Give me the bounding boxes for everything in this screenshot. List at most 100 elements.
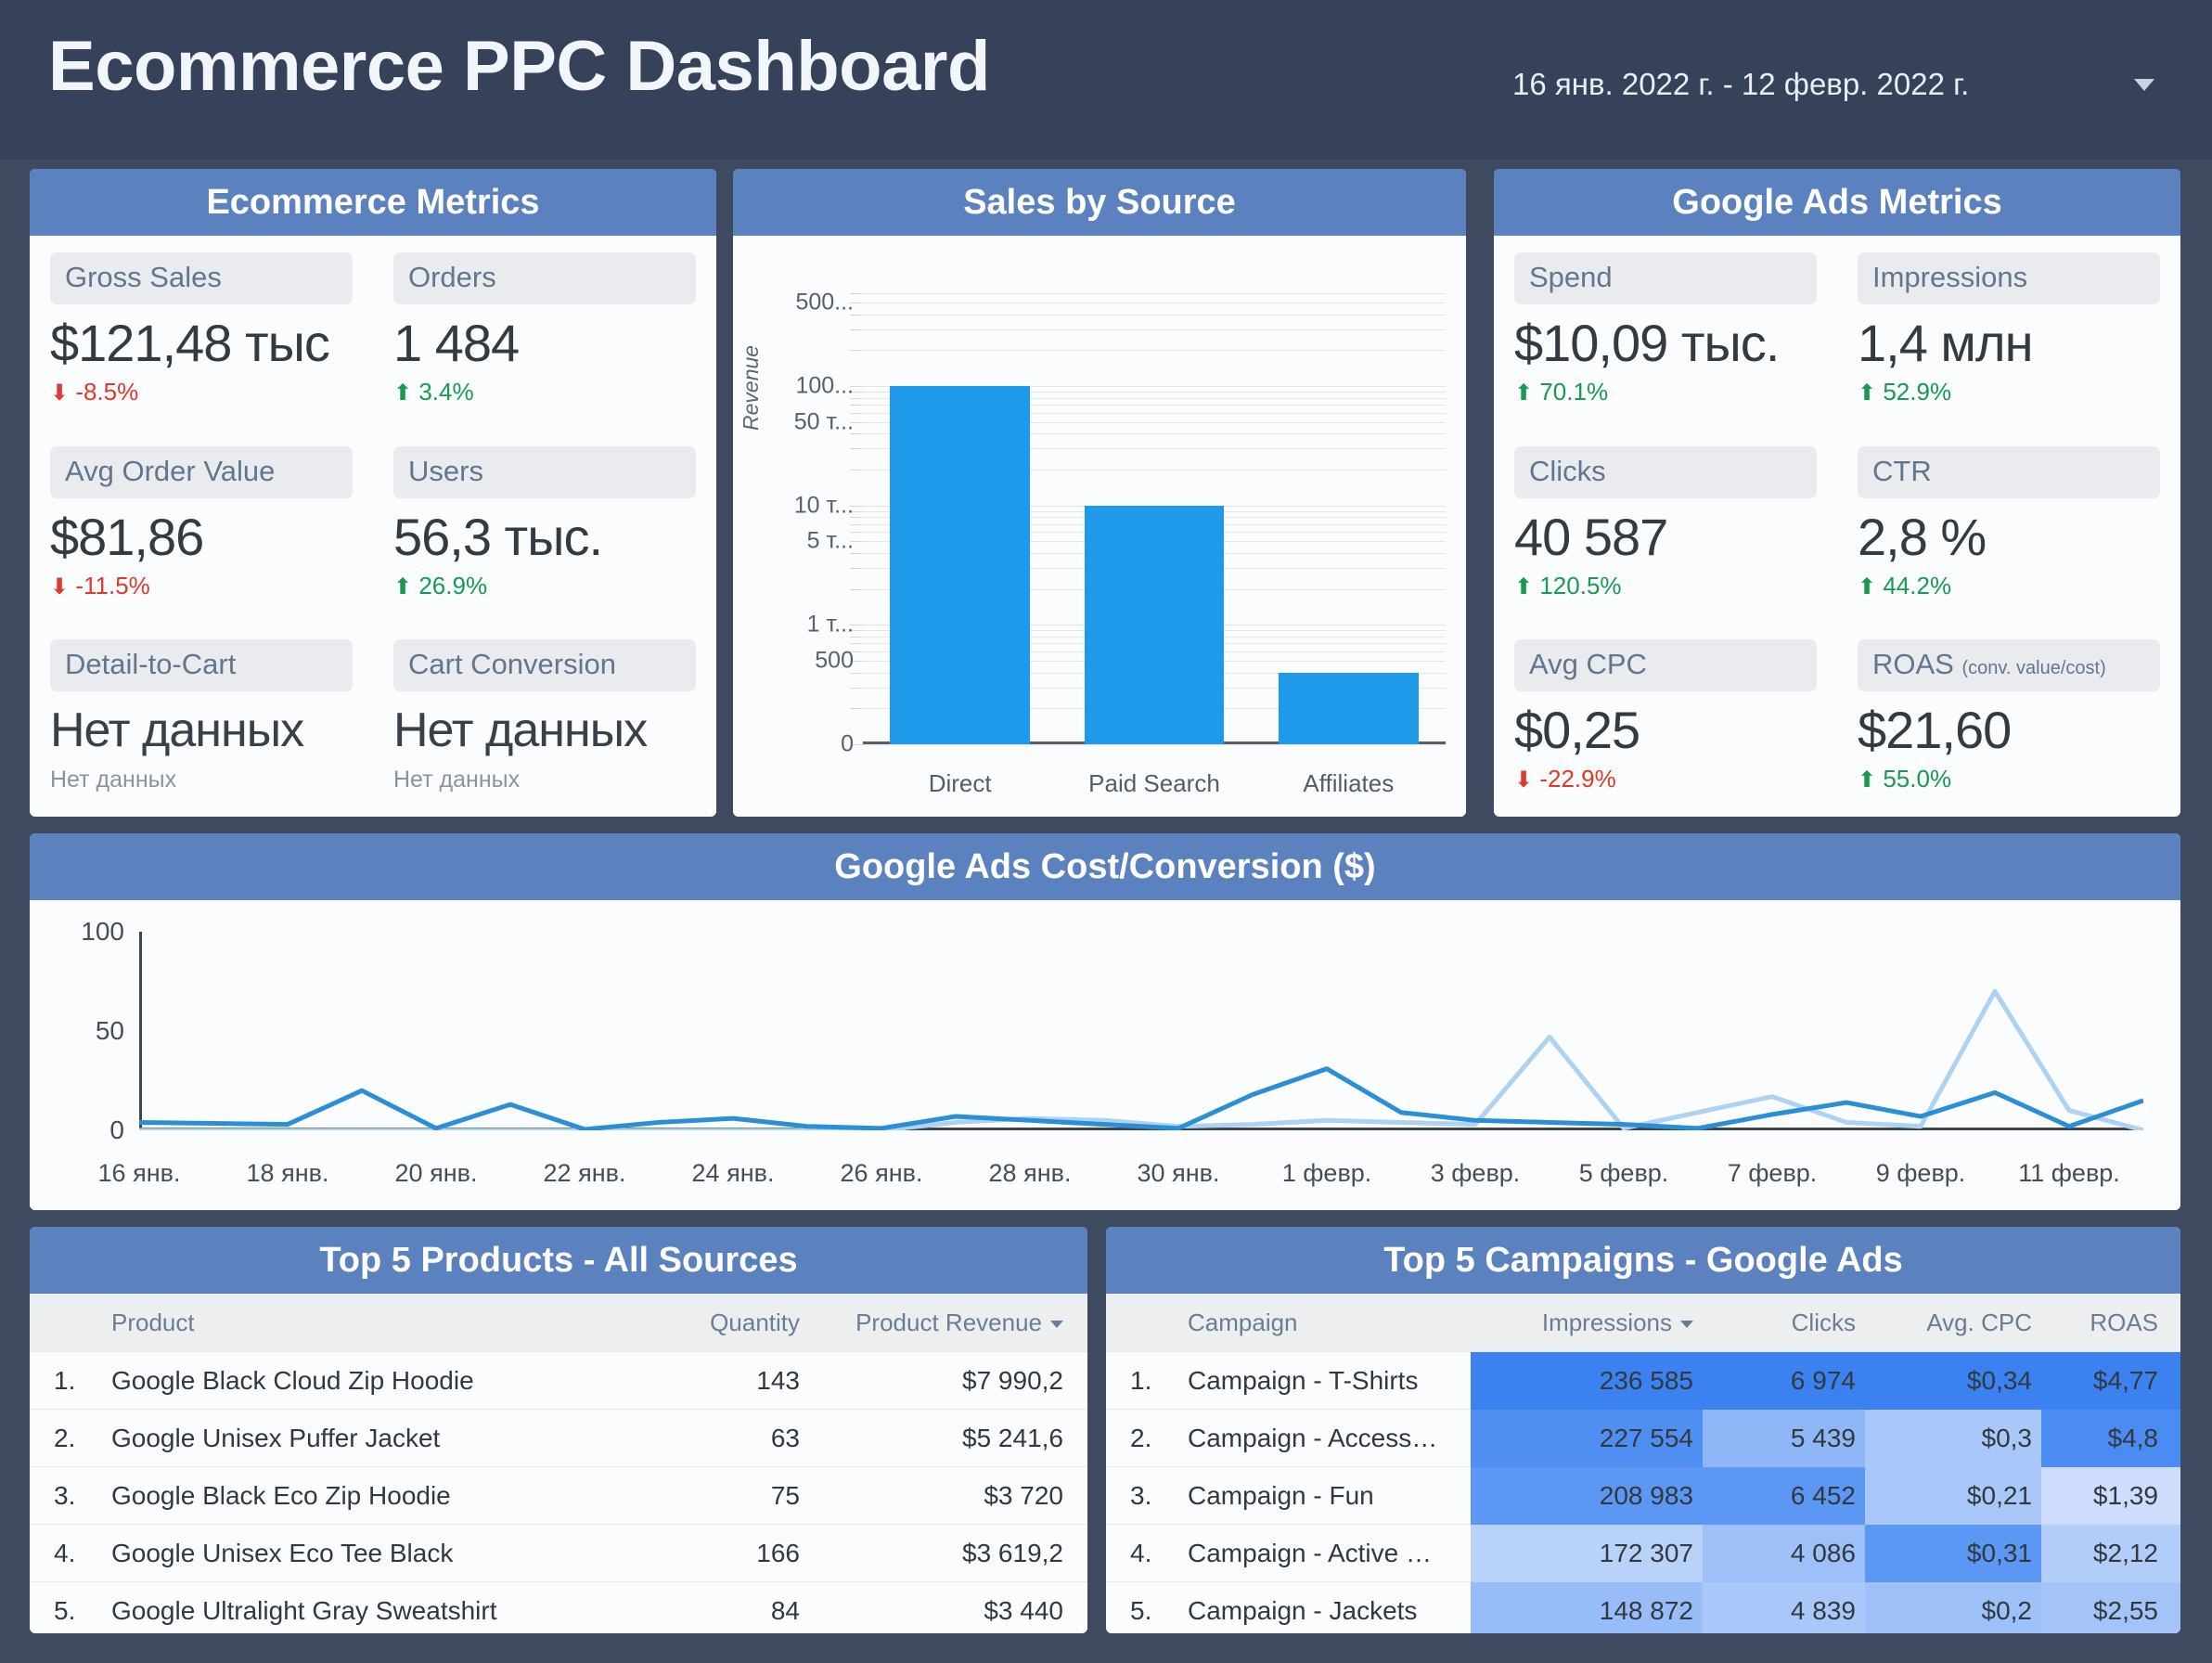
- row-roas: $2,12: [2041, 1524, 2180, 1582]
- scorecard-delta: ⬆ 120.5%: [1514, 571, 1622, 599]
- column-header-impressions[interactable]: Impressions: [1471, 1308, 1703, 1337]
- column-header-product-revenue[interactable]: Product Revenue: [809, 1308, 1087, 1337]
- table-row[interactable]: 5. Campaign - Jackets 148 872 4 839 $0,2 $2,5…: [1106, 1581, 2180, 1633]
- page-title: Ecommerce PPC Dashboard: [48, 27, 990, 106]
- table-row[interactable]: 1. Google Black Cloud Zip Hoodie 143 $7 990…: [30, 1351, 1087, 1409]
- scorecard-value: Нет данных: [393, 703, 648, 758]
- scorecard-label: Gross Sales: [50, 252, 353, 304]
- chevron-down-icon[interactable]: [2134, 79, 2154, 91]
- scorecard-avg-order-value[interactable]: Avg Order Value $81,86 ⬇ -11.5%: [30, 430, 373, 624]
- table-row[interactable]: 4. Campaign - Active … 172 307 4 086 $0,31 $2…: [1106, 1524, 2180, 1582]
- table-row[interactable]: 3. Campaign - Fun 208 983 6 452 $0,21 $1,39: [1106, 1466, 2180, 1525]
- row-product-revenue: $3 440: [984, 1595, 1063, 1625]
- table-row[interactable]: 3. Google Black Eco Zip Hoodie 75 $3 720: [30, 1466, 1087, 1524]
- table-row[interactable]: 2. Google Unisex Puffer Jacket 63 $5 241,6: [30, 1409, 1087, 1466]
- row-impressions: 208 983: [1471, 1466, 1703, 1525]
- row-rank: 1.: [54, 1365, 76, 1395]
- arrow-up-icon: ⬆: [1858, 380, 1877, 406]
- cost-per-conversion-chart[interactable]: 0 50 100 16 янв. 18 янв. 20 янв. 22 янв. 24 янв…: [30, 900, 2180, 1210]
- scorecard-label: Cart Conversion: [393, 639, 696, 692]
- scorecard-avg-cpc[interactable]: Avg CPC $0,25 ⬇ -22.9%: [1494, 623, 1837, 817]
- row-campaign-name: Campaign - T-Shirts: [1188, 1365, 1419, 1395]
- scorecard-label: CTR: [1858, 445, 2160, 498]
- bar-direct[interactable]: [890, 386, 1031, 744]
- scorecard-value: $10,09 тыс.: [1514, 314, 1780, 372]
- column-header-campaign[interactable]: Campaign: [1178, 1308, 1471, 1337]
- row-avg-cpc: $0,31: [1865, 1524, 2041, 1582]
- row-product-name: Google Unisex Eco Tee Black: [111, 1538, 454, 1567]
- x-axis-tick-label: 11 февр.: [2018, 1159, 2120, 1187]
- arrow-down-icon: ⬇: [50, 380, 70, 406]
- row-rank: 2.: [54, 1423, 76, 1452]
- axis-tick: [850, 405, 863, 406]
- scorecard-clicks[interactable]: Clicks 40 587 ⬆ 120.5%: [1494, 430, 1837, 624]
- x-axis-tick-label: 9 февр.: [1875, 1159, 1966, 1187]
- column-header-product[interactable]: Product: [102, 1308, 549, 1337]
- column-header-avg-cpc[interactable]: Avg. CPC: [1865, 1308, 2041, 1337]
- google-ads-scorecard-grid: Spend $10,09 тыс. ⬆ 70.1% Impressions 1,…: [1494, 236, 2180, 817]
- scorecard-orders[interactable]: Orders 1 484 ⬆ 3.4%: [373, 236, 716, 430]
- line-series-1[interactable]: [139, 988, 2143, 1130]
- table-row[interactable]: 1. Campaign - T-Shirts 236 585 6 974 $0,34 $4…: [1106, 1351, 2180, 1410]
- top-campaigns-title: Top 5 Campaigns - Google Ads: [1106, 1227, 2180, 1294]
- scorecard-impressions[interactable]: Impressions 1,4 млн ⬆ 52.9%: [1837, 236, 2180, 430]
- row-quantity: 166: [756, 1538, 800, 1567]
- sales-by-source-panel: Sales by Source Revenue 500... 100... 50 т…: [733, 169, 1466, 817]
- row-avg-cpc: $0,3: [1865, 1409, 2041, 1467]
- row-clicks: 4 086: [1703, 1524, 1865, 1582]
- line-series-group: [139, 988, 2143, 1130]
- ecommerce-metrics-title: Ecommerce Metrics: [30, 169, 716, 236]
- row-rank: 4.: [1130, 1538, 1152, 1567]
- sales-by-source-chart[interactable]: Revenue 500... 100... 50 т... 10 т... 5 т...…: [733, 236, 1466, 817]
- row-product-revenue: $5 241,6: [962, 1423, 1063, 1452]
- bar-affiliates[interactable]: [1278, 672, 1419, 744]
- bar-paid-search[interactable]: [1084, 505, 1225, 744]
- ecommerce-metrics-panel: Ecommerce Metrics Gross Sales $121,48 ты…: [30, 169, 716, 817]
- scorecard-gross-sales[interactable]: Gross Sales $121,48 тыс ⬇ -8.5%: [30, 236, 373, 430]
- row-rank: 3.: [1130, 1480, 1152, 1510]
- row-product-revenue: $7 990,2: [962, 1365, 1063, 1395]
- scorecard-users[interactable]: Users 56,3 тыс. ⬆ 26.9%: [373, 430, 716, 624]
- row-roas: $1,39: [2041, 1466, 2180, 1525]
- scorecard-delta: ⬆ 70.1%: [1514, 378, 1609, 406]
- axis-tick: [850, 588, 863, 590]
- scorecard-label: Impressions: [1858, 252, 2160, 304]
- x-axis-tick-label: 30 янв.: [1137, 1159, 1220, 1187]
- x-axis-tick-label: 26 янв.: [840, 1159, 923, 1187]
- y-axis-tick-label: 50: [95, 1016, 124, 1045]
- column-header-clicks[interactable]: Clicks: [1703, 1308, 1865, 1337]
- scorecard-spend[interactable]: Spend $10,09 тыс. ⬆ 70.1%: [1494, 236, 1837, 430]
- row-product-name: Google Unisex Puffer Jacket: [111, 1423, 441, 1452]
- row-avg-cpc: $0,2: [1865, 1581, 2041, 1633]
- table-row[interactable]: 5. Google Ultralight Gray Sweatshirt 84 $3 …: [30, 1581, 1087, 1633]
- sort-descending-icon[interactable]: [1050, 1320, 1063, 1328]
- row-rank: 4.: [54, 1538, 76, 1567]
- scorecard-ctr[interactable]: CTR 2,8 % ⬆ 44.2%: [1837, 430, 2180, 624]
- axis-tick: [850, 643, 863, 645]
- row-quantity: 143: [756, 1365, 800, 1395]
- scorecard-delta: ⬆ 52.9%: [1858, 378, 1952, 406]
- sort-descending-icon[interactable]: [1680, 1320, 1693, 1328]
- scorecard-label: Clicks: [1514, 445, 1817, 498]
- scorecard-detail-to-cart[interactable]: Detail-to-Cart Нет данных Нет данных: [30, 623, 373, 817]
- date-range-selector[interactable]: 16 янв. 2022 г. - 12 февр. 2022 г.: [1512, 67, 1969, 102]
- top-products-table: Product Quantity Product Revenue 1. Googl…: [30, 1294, 1087, 1633]
- column-header-roas[interactable]: ROAS: [2041, 1308, 2180, 1337]
- column-header-quantity[interactable]: Quantity: [549, 1308, 809, 1337]
- row-clicks: 5 439: [1703, 1409, 1865, 1467]
- x-axis-tick-label: Affiliates: [1303, 769, 1395, 797]
- gridline: [863, 329, 1446, 330]
- scorecard-roas[interactable]: ROAS (conv. value/cost) $21,60 ⬆ 55.0%: [1837, 623, 2180, 817]
- row-quantity: 75: [770, 1480, 800, 1510]
- x-axis-tick-label: 1 февр.: [1281, 1159, 1372, 1187]
- scorecard-cart-conversion[interactable]: Cart Conversion Нет данных Нет данных: [373, 623, 716, 817]
- table-row[interactable]: 4. Google Unisex Eco Tee Black 166 $3 619,2: [30, 1524, 1087, 1581]
- table-row[interactable]: 2. Campaign - Access… 227 554 5 439 $0,3 $4,8: [1106, 1409, 2180, 1467]
- x-axis-tick-label: 20 янв.: [394, 1159, 478, 1187]
- row-impressions: 172 307: [1471, 1524, 1703, 1582]
- scorecard-label: Orders: [393, 252, 696, 304]
- scorecard-delta: ⬇ -8.5%: [50, 378, 139, 406]
- cost-per-conversion-panel: Google Ads Cost/Conversion ($) 0 50 100 16 …: [30, 833, 2180, 1210]
- scorecard-delta: ⬆ 3.4%: [393, 378, 474, 406]
- arrow-down-icon: ⬇: [1514, 767, 1534, 793]
